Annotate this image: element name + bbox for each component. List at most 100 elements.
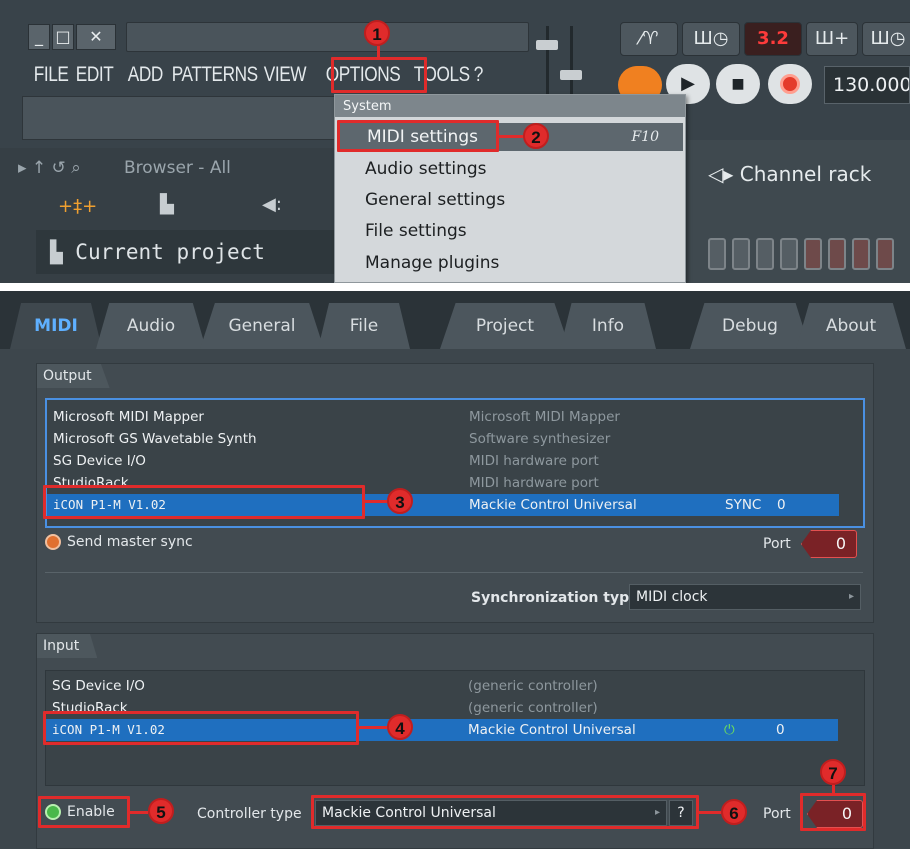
sync-type-label: Synchronization type <box>471 590 639 606</box>
settings-tab-bar: MIDI Audio General File Project Info Deb… <box>0 291 910 349</box>
channel-mute-button[interactable] <box>852 238 870 270</box>
hint-bar <box>126 22 529 52</box>
record-icon[interactable] <box>768 64 812 104</box>
divider <box>45 572 863 573</box>
tab-midi[interactable]: MIDI <box>10 303 102 349</box>
channel-rack-label: Channel rack <box>739 162 872 186</box>
input-port-label: Port <box>763 806 791 822</box>
channel-rack-title[interactable]: ◁▸ Channel rack <box>708 162 871 186</box>
output-header: Output <box>37 364 110 388</box>
metronome-icon[interactable]: ⁄♈ <box>620 22 678 56</box>
folder-icon: ▙ <box>50 240 76 264</box>
shortcut-label: F10 <box>631 129 659 145</box>
callout-line <box>377 46 380 58</box>
callout-line <box>359 726 387 729</box>
device-type: MIDI hardware port <box>469 453 599 469</box>
power-icon[interactable]: ⏻ <box>724 719 735 741</box>
controller-type-label: Controller type <box>197 806 302 822</box>
device-type: Microsoft MIDI Mapper <box>469 409 620 425</box>
device-type: Mackie Control Universal <box>469 497 637 513</box>
tab-info[interactable]: Info <box>560 303 656 349</box>
browser-nav-icons[interactable]: ▸ ↑ ↺ ⌕ <box>18 158 81 178</box>
device-name: SG Device I/O <box>53 453 146 469</box>
tab-file[interactable]: File <box>318 303 410 349</box>
callout-1: 1 <box>364 20 390 46</box>
channel-mute-button[interactable] <box>708 238 726 270</box>
callout-line <box>699 811 721 814</box>
fl-studio-main-window: _ □ ✕ FILE EDIT ADD PATTERNS VIEW OPTION… <box>0 0 910 283</box>
callout-7: 7 <box>820 759 846 785</box>
pattern-display[interactable]: 3.2 <box>744 22 802 56</box>
menu-add[interactable]: ADD <box>122 60 164 90</box>
channel-mute-button[interactable] <box>804 238 822 270</box>
device-type: Software synthesizer <box>469 431 611 447</box>
callout-line <box>832 785 835 795</box>
chevron-right-icon: ▸ <box>848 591 854 602</box>
input-header: Input <box>37 634 98 658</box>
channel-rack-panel: ◁▸ Channel rack <box>686 140 910 283</box>
speaker-icon[interactable]: ◀: <box>262 194 282 215</box>
current-project-folder[interactable]: ▙ Current project <box>36 230 336 274</box>
callout-6: 6 <box>721 799 747 825</box>
send-master-sync-radio[interactable] <box>45 534 61 550</box>
menu-item-general-settings[interactable]: General settings <box>365 190 505 210</box>
device-name: Microsoft MIDI Mapper <box>53 409 204 425</box>
tab-project[interactable]: Project <box>440 303 570 349</box>
tempo-display[interactable]: 130.000 <box>824 66 910 104</box>
menu-item-audio-settings[interactable]: Audio settings <box>365 159 487 179</box>
list-item[interactable]: Microsoft MIDI Mapper Microsoft MIDI Map… <box>47 406 863 428</box>
callout-3: 3 <box>387 488 413 514</box>
port-number: 0 <box>777 497 786 513</box>
port-number: 0 <box>776 722 785 738</box>
channel-mute-button[interactable] <box>756 238 774 270</box>
device-name: Microsoft GS Wavetable Synth <box>53 431 257 447</box>
menu-item-file-settings[interactable]: File settings <box>365 221 467 241</box>
highlight-enable <box>38 796 130 828</box>
browser-title: Browser - All <box>124 158 231 178</box>
channel-mute-button[interactable] <box>876 238 894 270</box>
menu-help[interactable]: ? <box>468 60 484 90</box>
record-mode-icon[interactable]: Ш◷ <box>682 22 740 56</box>
callout-2: 2 <box>523 123 549 149</box>
device-type: MIDI hardware port <box>469 475 599 491</box>
device-type: Mackie Control Universal <box>468 722 636 738</box>
tab-about[interactable]: About <box>796 303 906 349</box>
list-item[interactable]: SG Device I/O MIDI hardware port <box>47 450 863 472</box>
callout-line <box>130 811 148 814</box>
sync-type-select[interactable]: MIDI clock ▸ <box>629 584 861 610</box>
menu-edit[interactable]: EDIT <box>70 60 114 90</box>
callout-line <box>365 500 387 503</box>
snap-icon[interactable]: Ш◷ <box>862 22 910 56</box>
minimize-button[interactable]: _ <box>28 24 50 50</box>
menu-view[interactable]: VIEW <box>258 60 309 90</box>
highlight-options <box>331 57 427 93</box>
highlight-input-device <box>43 711 359 745</box>
menu-item-manage-plugins[interactable]: Manage plugins <box>365 253 499 273</box>
stop-icon[interactable]: ■ <box>716 64 760 104</box>
output-port-value[interactable]: 0 <box>801 530 857 558</box>
list-item[interactable]: SG Device I/O (generic controller) <box>46 675 864 697</box>
output-port-label: Port <box>763 536 791 552</box>
menu-patterns[interactable]: PATTERNS <box>166 60 258 90</box>
channel-mute-button[interactable] <box>780 238 798 270</box>
waveform-icon[interactable]: +‡+ <box>58 196 97 217</box>
list-item[interactable]: Microsoft GS Wavetable Synth Software sy… <box>47 428 863 450</box>
current-project-label: Current project <box>75 240 265 264</box>
tab-general[interactable]: General <box>200 303 324 349</box>
step-edit-icon[interactable]: Ш+ <box>806 22 858 56</box>
callout-5: 5 <box>148 798 174 824</box>
device-name: SG Device I/O <box>52 678 145 694</box>
maximize-button[interactable]: □ <box>52 24 74 50</box>
tab-debug[interactable]: Debug <box>690 303 810 349</box>
pattern-selector[interactable] <box>22 96 336 140</box>
file-icon[interactable]: ▙ <box>160 194 174 215</box>
tab-audio[interactable]: Audio <box>96 303 206 349</box>
send-master-sync-label: Send master sync <box>67 534 193 550</box>
close-button[interactable]: ✕ <box>76 24 116 50</box>
channel-mute-button[interactable] <box>828 238 846 270</box>
menu-file[interactable]: FILE <box>28 60 69 90</box>
device-type: (generic controller) <box>468 700 598 716</box>
callout-4: 4 <box>387 714 413 740</box>
sync-label: SYNC <box>725 497 762 513</box>
channel-mute-button[interactable] <box>732 238 750 270</box>
